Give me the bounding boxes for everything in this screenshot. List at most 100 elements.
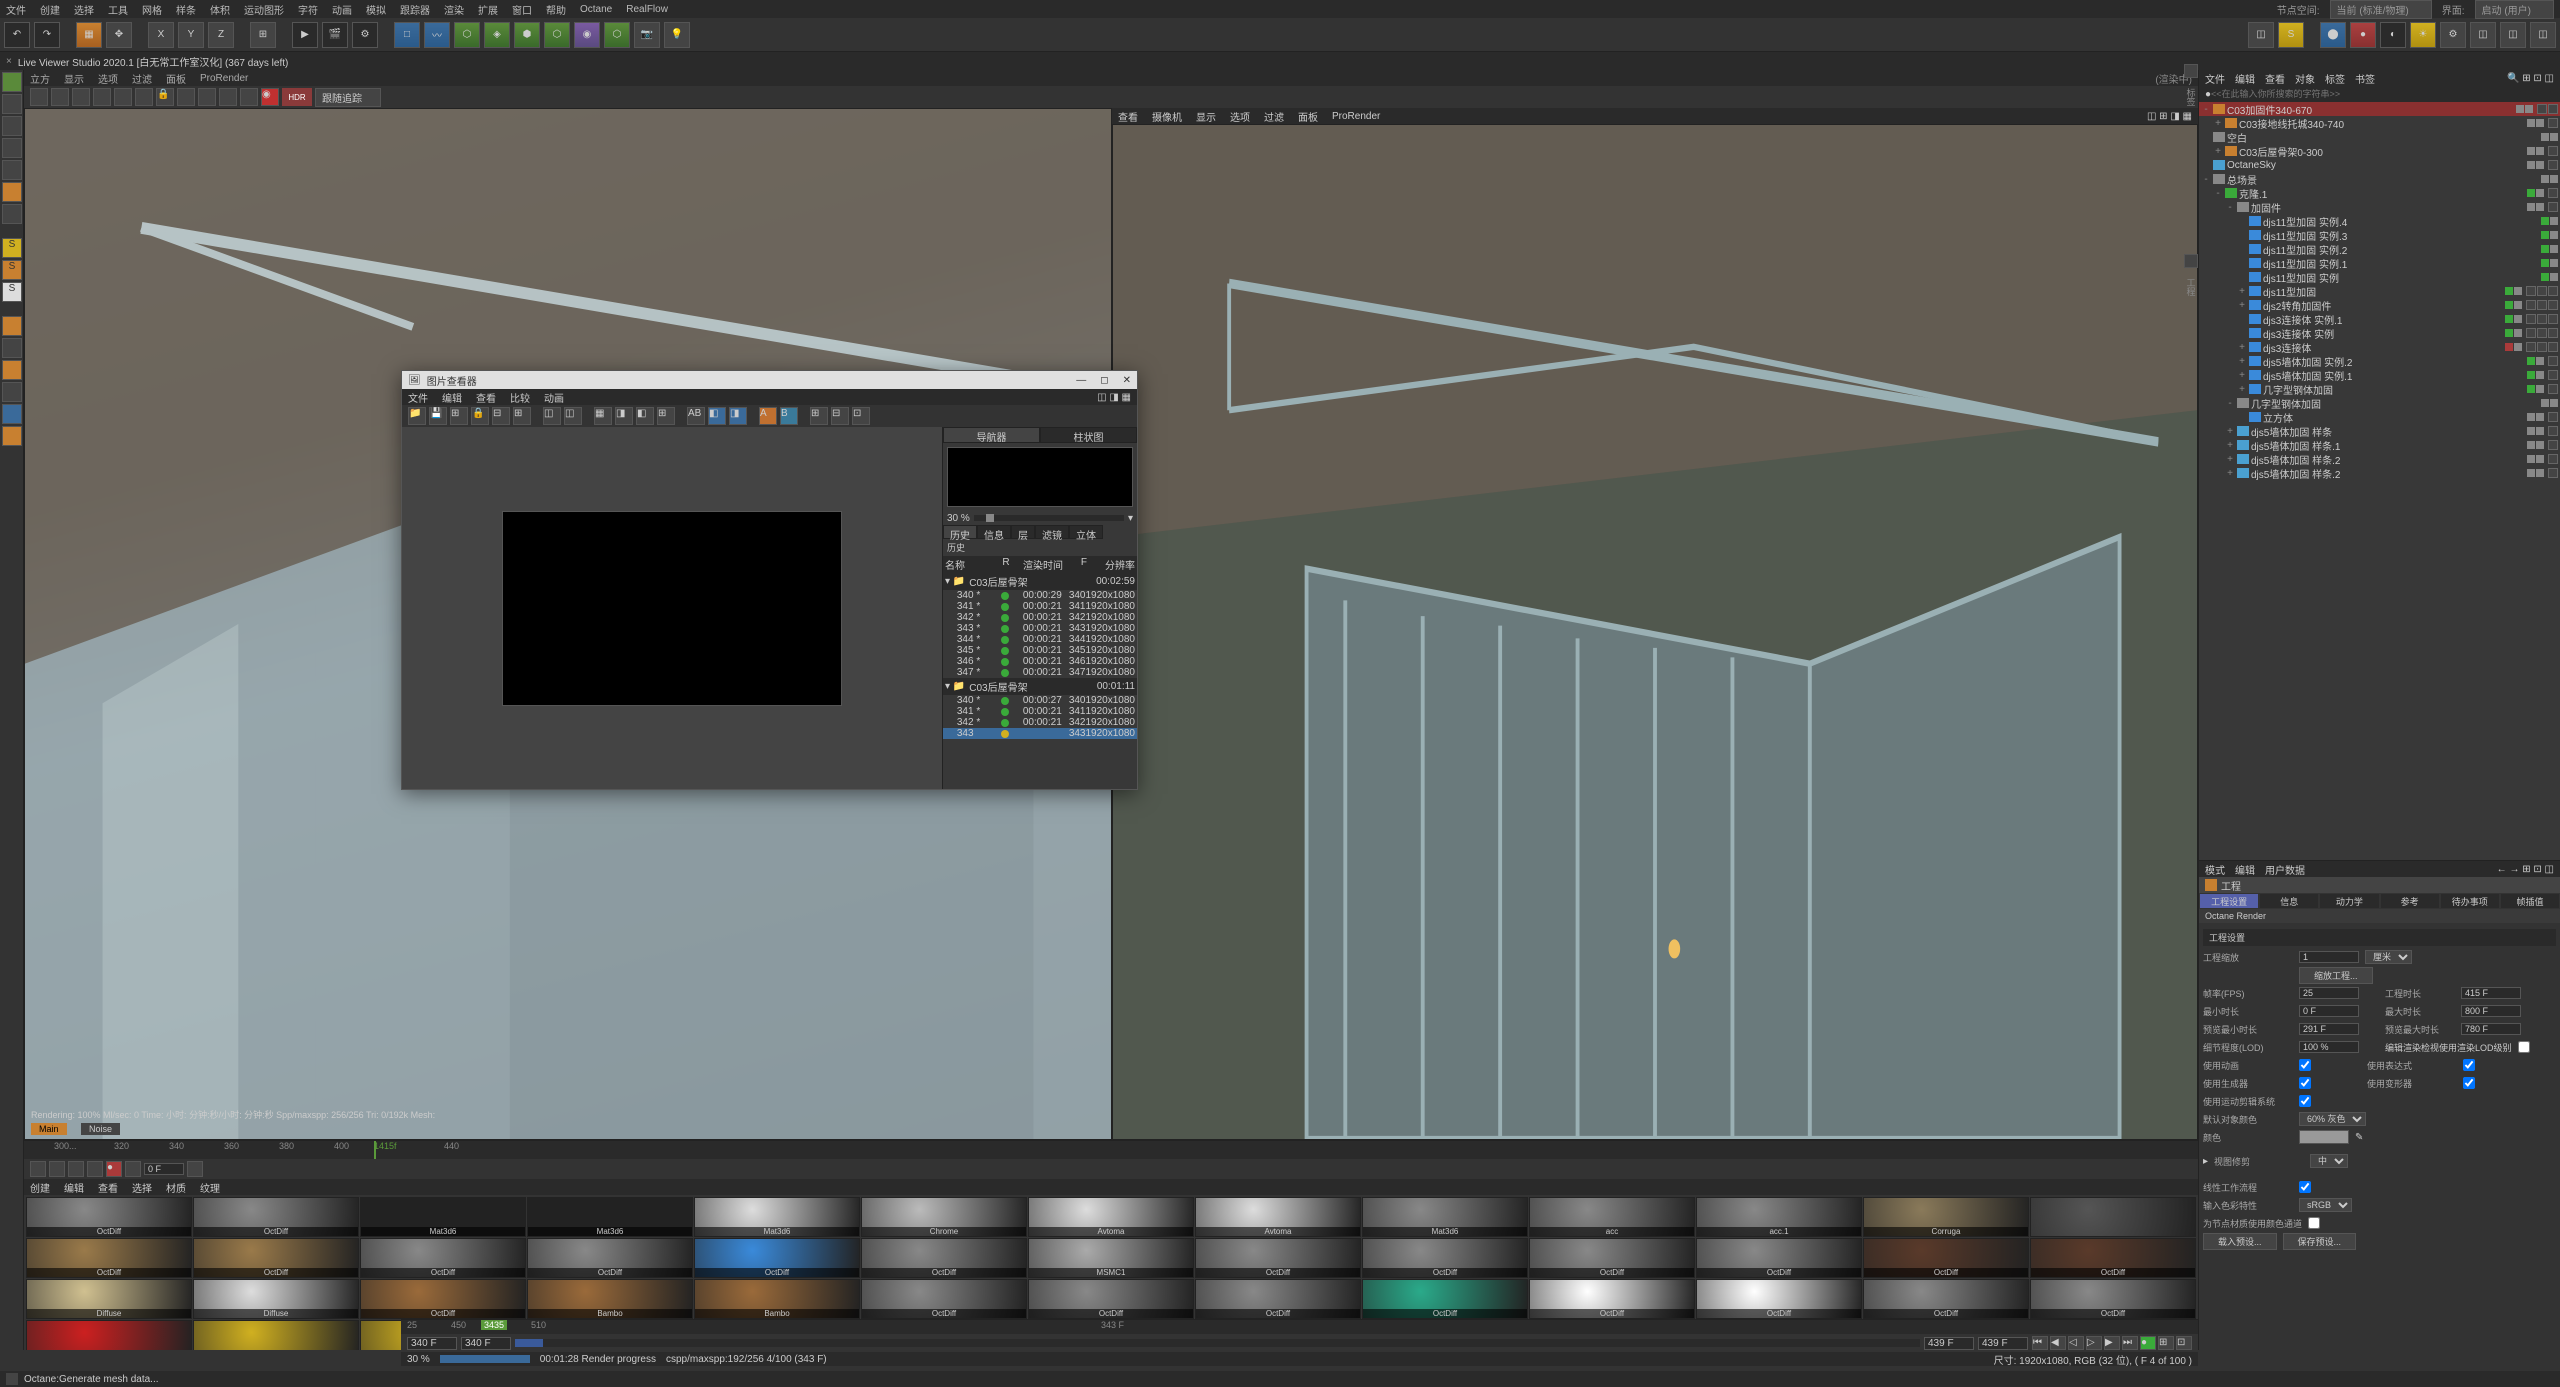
camera-btn[interactable]: 📷 bbox=[634, 22, 660, 48]
menu-spline[interactable]: 样条 bbox=[176, 2, 196, 17]
material-swatch[interactable]: Avtoma bbox=[1195, 1197, 1361, 1237]
current-frame-input[interactable] bbox=[461, 1337, 511, 1350]
oct8[interactable]: ◫ bbox=[2530, 22, 2556, 48]
save-preset-button[interactable]: 保存预设... bbox=[2283, 1233, 2357, 1250]
material-swatch[interactable]: Bambo bbox=[694, 1279, 860, 1319]
attr-tab-project[interactable]: 工程设置 bbox=[2199, 893, 2259, 909]
projlen-input[interactable] bbox=[2461, 987, 2521, 999]
tree-row[interactable]: +djs5墙体加固 样条.2 bbox=[2199, 452, 2560, 466]
linear-checkbox[interactable] bbox=[2299, 1181, 2311, 1193]
material-swatch[interactable]: OctDiff bbox=[2030, 1279, 2196, 1319]
attr-tab-interp[interactable]: 帧插值 bbox=[2500, 893, 2560, 909]
history-row[interactable]: 340 *00:00:293401920x1080 bbox=[943, 590, 1137, 601]
material-swatch[interactable]: OctDiff bbox=[527, 1238, 693, 1278]
timeline-track[interactable] bbox=[515, 1339, 1920, 1347]
material-swatch[interactable]: Mat3d6 bbox=[694, 1197, 860, 1237]
tree-row[interactable]: -C03加固件340-670 bbox=[2199, 102, 2560, 116]
tree-row[interactable]: +djs5墙体加固 样条.2 bbox=[2199, 466, 2560, 480]
material-swatch[interactable]: OctDiff bbox=[360, 1238, 526, 1278]
uv-mode[interactable] bbox=[2, 204, 22, 224]
menu-mograph[interactable]: 运动图形 bbox=[244, 2, 284, 17]
material-swatch[interactable] bbox=[2030, 1197, 2196, 1237]
tree-row[interactable]: djs11型加固 实例.2 bbox=[2199, 242, 2560, 256]
field-btn[interactable]: ◉ bbox=[574, 22, 600, 48]
octane-icon[interactable]: ◉ bbox=[261, 88, 279, 106]
attr-tab-ref[interactable]: 参考 bbox=[2380, 893, 2440, 909]
material-swatch[interactable] bbox=[26, 1320, 192, 1350]
scale-unit[interactable]: 厘米 bbox=[2365, 950, 2412, 964]
load-preset-button[interactable]: 载入预设... bbox=[2203, 1233, 2277, 1250]
tree-row[interactable]: 空白 bbox=[2199, 130, 2560, 144]
frame-input[interactable] bbox=[144, 1163, 184, 1175]
history-row[interactable]: 340 *00:00:273401920x1080 bbox=[943, 695, 1137, 706]
cmd1[interactable]: ◫ bbox=[2248, 22, 2274, 48]
tree-row[interactable]: +djs11型加固 bbox=[2199, 284, 2560, 298]
material-swatch[interactable]: OctDiff bbox=[1529, 1279, 1695, 1319]
nodespace-dropdown[interactable]: 当前 (标准/物理) bbox=[2330, 0, 2432, 19]
workplane[interactable] bbox=[2, 404, 22, 424]
maxtime-input[interactable] bbox=[2461, 1005, 2521, 1017]
material-swatch[interactable]: acc.1 bbox=[1696, 1197, 1862, 1237]
history-row[interactable]: 342 *00:00:213421920x1080 bbox=[943, 717, 1137, 728]
material-swatch[interactable]: OctDiff bbox=[2030, 1238, 2196, 1278]
pv-thumbnail[interactable] bbox=[947, 447, 1133, 507]
tree-row[interactable]: +C03后屋骨架0-300 bbox=[2199, 144, 2560, 158]
s3-btn[interactable]: S bbox=[2, 282, 22, 302]
dock-label-tags[interactable]: 标签 bbox=[2185, 88, 2198, 106]
material-swatch[interactable]: OctDiff bbox=[1028, 1279, 1194, 1319]
menu-tools[interactable]: 工具 bbox=[108, 2, 128, 17]
material-swatch[interactable]: OctDiff bbox=[1362, 1238, 1528, 1278]
coord-btn[interactable]: ⊞ bbox=[250, 22, 276, 48]
spline-primitive[interactable]: 〰 bbox=[424, 22, 450, 48]
material-swatch[interactable]: OctDiff bbox=[1195, 1238, 1361, 1278]
oct3[interactable]: ◐ bbox=[2380, 22, 2406, 48]
nodemat-checkbox[interactable] bbox=[2308, 1217, 2320, 1229]
render-pic[interactable]: 🎬 bbox=[322, 22, 348, 48]
menu-window[interactable]: 窗口 bbox=[512, 2, 532, 17]
end-frame-input2[interactable] bbox=[1978, 1337, 2028, 1350]
material-swatch[interactable]: Corruga bbox=[1863, 1197, 2029, 1237]
menu-octane[interactable]: Octane bbox=[580, 4, 612, 15]
mintime-input[interactable] bbox=[2299, 1005, 2359, 1017]
material-swatch[interactable]: Chrome bbox=[861, 1197, 1027, 1237]
material-swatch[interactable]: OctDiff bbox=[694, 1238, 860, 1278]
material-swatch[interactable]: MSMC1 bbox=[1028, 1238, 1194, 1278]
material-swatch[interactable]: Avtoma bbox=[1028, 1197, 1194, 1237]
menu-mesh[interactable]: 网格 bbox=[142, 2, 162, 17]
colorspace-dropdown[interactable]: sRGB bbox=[2299, 1198, 2352, 1212]
oct-sun[interactable]: ☀ bbox=[2410, 22, 2436, 48]
expr-checkbox[interactable] bbox=[2463, 1059, 2475, 1071]
history-row[interactable]: 347 *00:00:213471920x1080 bbox=[943, 667, 1137, 678]
axis-x[interactable]: X bbox=[148, 22, 174, 48]
material-swatch[interactable]: OctDiff bbox=[1696, 1279, 1862, 1319]
axis-y[interactable]: Y bbox=[178, 22, 204, 48]
goto-start[interactable]: ⏮ bbox=[2032, 1336, 2048, 1350]
light-btn[interactable]: 💡 bbox=[664, 22, 690, 48]
attr-tab-dynamics[interactable]: 动力学 bbox=[2319, 893, 2379, 909]
prevmax-input[interactable] bbox=[2461, 1023, 2521, 1035]
pv-tab-navigator[interactable]: 导航器 bbox=[943, 427, 1040, 443]
tree-row[interactable]: +djs5墙体加固 样条 bbox=[2199, 424, 2560, 438]
attr-nav-icons[interactable]: ← → ⊞ ⊡ ◫ bbox=[2497, 864, 2554, 875]
maximize-icon[interactable]: ◻ bbox=[1100, 375, 1108, 386]
material-swatch[interactable] bbox=[193, 1320, 359, 1350]
attr-tab-todo[interactable]: 待办事项 bbox=[2440, 893, 2500, 909]
record-icon[interactable]: ● bbox=[106, 1161, 122, 1177]
prevmin-input[interactable] bbox=[2299, 1023, 2359, 1035]
menu-select[interactable]: 选择 bbox=[74, 2, 94, 17]
pv-zoom-menu[interactable]: ▾ bbox=[1128, 513, 1133, 524]
snap4[interactable] bbox=[2, 382, 22, 402]
material-swatch[interactable]: OctDiff bbox=[1696, 1238, 1862, 1278]
history-row[interactable]: 3433431920x1080 bbox=[943, 728, 1137, 739]
oct7[interactable]: ◫ bbox=[2500, 22, 2526, 48]
material-swatch[interactable]: OctDiff bbox=[861, 1279, 1027, 1319]
material-swatch[interactable]: Bambo bbox=[527, 1279, 693, 1319]
tree-row[interactable]: +djs5墙体加固 实例.2 bbox=[2199, 354, 2560, 368]
tree-row[interactable]: OctaneSky bbox=[2199, 158, 2560, 172]
step-back[interactable]: ◀ bbox=[2050, 1336, 2066, 1350]
clip-dropdown[interactable]: 中 bbox=[2310, 1154, 2348, 1168]
pv-zoom-slider[interactable] bbox=[974, 515, 1124, 521]
material-swatch[interactable]: OctDiff bbox=[1195, 1279, 1361, 1319]
history-row[interactable]: 343 *00:00:213431920x1080 bbox=[943, 623, 1137, 634]
tree-row[interactable]: djs3连接体 实例.1 bbox=[2199, 312, 2560, 326]
